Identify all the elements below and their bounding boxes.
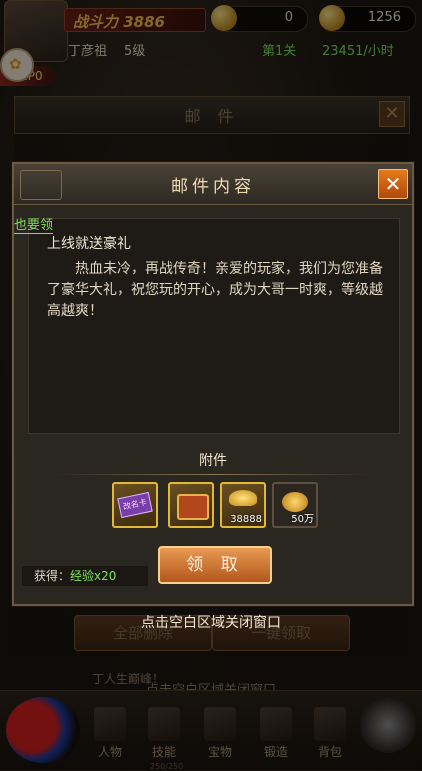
attachment-item[interactable]: 50万 [272, 482, 318, 528]
mail-body: 热血未冷，再战传奇！亲爱的玩家，我们为您准备了豪华大礼，祝您玩的开心，成为大哥一… [47, 261, 383, 319]
claim-button[interactable]: 领 取 [158, 546, 272, 584]
dialog-title: 邮件内容 [171, 177, 255, 197]
attachment-item[interactable]: 改名卡 [112, 482, 158, 528]
vip-card-icon: 改名卡 [117, 491, 153, 519]
gain-prefix: 获得： [34, 569, 71, 583]
close-hint: 点击空白区域关闭窗口 [141, 615, 281, 631]
treasure-chest-icon [177, 494, 209, 520]
mail-content-dialog: 邮件内容 ✕ 上线就送豪礼 热血未冷，再战传奇！亲爱的玩家，我们为您准备了豪华大… [12, 162, 414, 606]
gain-count: x20 [94, 569, 117, 583]
mail-subject: 上线就送豪礼 [47, 236, 131, 252]
attachment-item[interactable]: 38888 [220, 482, 266, 528]
gain-item: 经验 [70, 569, 95, 583]
reward-gain: 获得：经验x20 [22, 566, 148, 586]
gold-ingot-icon [229, 490, 257, 506]
dialog-header: 邮件内容 ✕ [14, 164, 412, 205]
attachment-item[interactable] [168, 482, 214, 528]
attachments-divider [54, 474, 372, 475]
close-icon[interactable]: ✕ [378, 169, 408, 199]
gold-coins-icon [282, 492, 308, 512]
side-tag[interactable]: 也要领 [14, 214, 54, 234]
item-count: 38888 [230, 514, 262, 525]
mail-content-box: 上线就送豪礼 热血未冷，再战传奇！亲爱的玩家，我们为您准备了豪华大礼，祝您玩的开… [28, 218, 400, 434]
item-count: 50万 [291, 514, 314, 525]
attachments-label: 附件 [199, 453, 227, 469]
